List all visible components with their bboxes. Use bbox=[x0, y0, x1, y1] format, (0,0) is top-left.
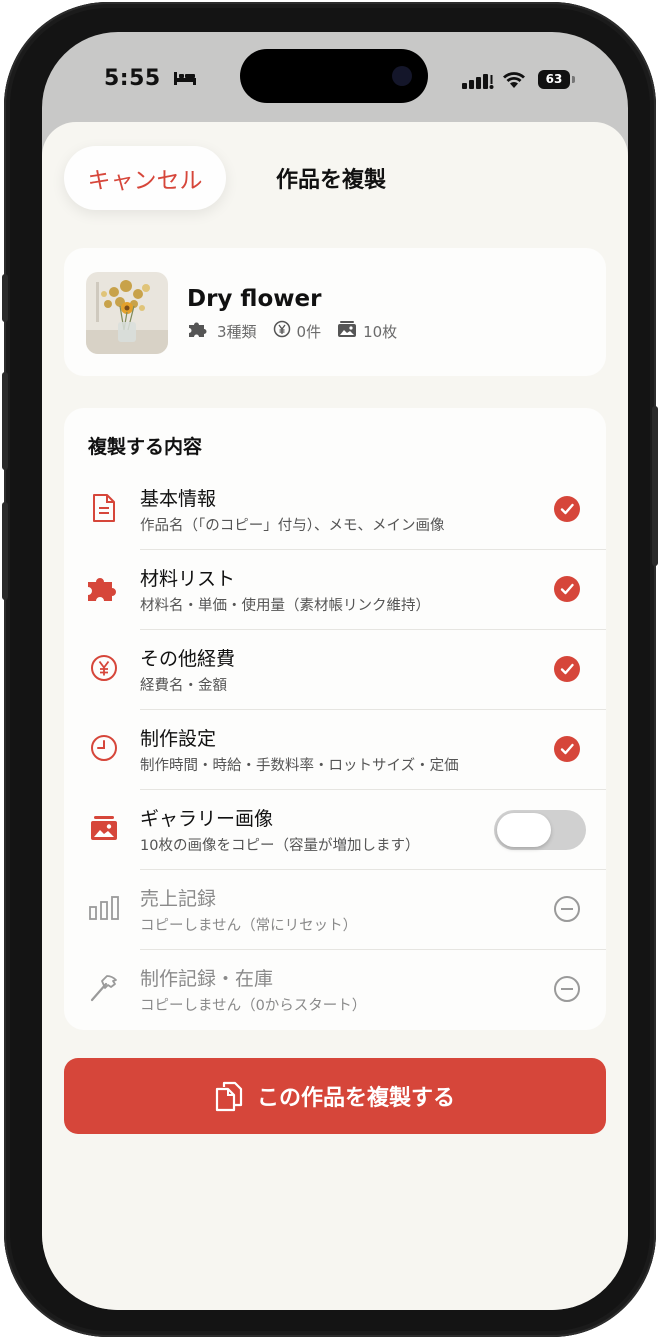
wifi-icon bbox=[503, 72, 525, 88]
hammer-icon bbox=[86, 970, 122, 1006]
image-icon bbox=[86, 810, 122, 846]
sleep-bed-icon bbox=[173, 72, 196, 85]
bar-chart-icon bbox=[86, 890, 122, 926]
status-bar: 5:55 63 bbox=[42, 32, 628, 122]
option-row-gallery-images[interactable]: ギャラリー画像 10枚の画像をコピー（容量が増加します） bbox=[64, 790, 606, 870]
battery-level: 63 bbox=[545, 72, 563, 86]
option-subtitle: コピーしません（0からスタート） bbox=[140, 998, 367, 1014]
duplicate-options-card: 複製する内容 基本情報 作品名（「のコピー」付与）、メモ、メイン画像 材料リスト bbox=[64, 408, 606, 1030]
checkmark-icon[interactable] bbox=[554, 656, 580, 682]
option-row-materials[interactable]: 材料リスト 材料名・単価・使用量（素材帳リンク維持） bbox=[64, 550, 606, 630]
option-row-basic-info[interactable]: 基本情報 作品名（「のコピー」付与）、メモ、メイン画像 bbox=[64, 470, 606, 550]
screen: 5:55 63 キャンセル 作品を複製 Dry flower 3種類 0件 10… bbox=[42, 32, 628, 1310]
cancel-button[interactable]: キャンセル bbox=[64, 146, 226, 210]
option-subtitle: 制作時間・時給・手数料率・ロットサイズ・定価 bbox=[140, 758, 459, 774]
document-icon bbox=[86, 490, 122, 526]
yen-icon bbox=[86, 650, 122, 686]
checkmark-icon[interactable] bbox=[554, 496, 580, 522]
option-title: その他経費 bbox=[140, 648, 236, 670]
option-title: 材料リスト bbox=[140, 568, 236, 590]
clock-icon bbox=[86, 730, 122, 766]
option-title: ギャラリー画像 bbox=[140, 808, 274, 830]
option-subtitle: 作品名（「のコピー」付与）、メモ、メイン画像 bbox=[140, 518, 445, 534]
product-card: Dry flower 3種類 0件 10枚 bbox=[64, 248, 606, 376]
camera-icon bbox=[392, 66, 412, 86]
duplicate-sheet: キャンセル 作品を複製 Dry flower 3種類 0件 10枚 複製する内容… bbox=[42, 122, 628, 1310]
excluded-icon bbox=[554, 976, 580, 1002]
volume-up-button bbox=[2, 372, 8, 470]
option-title: 制作記録・在庫 bbox=[140, 968, 274, 990]
option-row-production-records: 制作記録・在庫 コピーしません（0からスタート） bbox=[64, 950, 606, 1030]
option-subtitle: コピーしません（常にリセット） bbox=[140, 918, 358, 934]
sheet-title: 作品を複製 bbox=[276, 168, 387, 193]
cellular-signal-icon bbox=[462, 74, 494, 89]
section-title: 複製する内容 bbox=[88, 436, 203, 458]
checkmark-icon[interactable] bbox=[554, 576, 580, 602]
option-subtitle: 経費名・金額 bbox=[140, 678, 227, 694]
checkmark-icon[interactable] bbox=[554, 736, 580, 762]
power-button bbox=[652, 406, 658, 566]
dynamic-island bbox=[240, 49, 428, 103]
option-title: 売上記録 bbox=[140, 888, 217, 910]
product-meta: 3種類 0件 10枚 bbox=[187, 320, 397, 342]
puzzle-icon bbox=[86, 570, 122, 606]
material-count: 3種類 bbox=[217, 322, 257, 341]
duplicate-button[interactable]: この作品を複製する bbox=[64, 1058, 606, 1134]
option-title: 制作設定 bbox=[140, 728, 217, 750]
yen-icon bbox=[273, 320, 291, 342]
excluded-icon bbox=[554, 896, 580, 922]
battery-icon: 63 bbox=[538, 70, 570, 89]
image-count: 10枚 bbox=[363, 322, 398, 341]
battery-tip bbox=[572, 76, 575, 83]
copy-icon bbox=[215, 1080, 243, 1112]
status-time: 5:55 bbox=[104, 66, 197, 91]
duplicate-button-label: この作品を複製する bbox=[256, 1086, 455, 1111]
product-thumbnail bbox=[86, 272, 168, 354]
option-subtitle: 10枚の画像をコピー（容量が増加します） bbox=[140, 838, 420, 854]
expense-count: 0件 bbox=[296, 322, 322, 341]
option-row-other-expenses[interactable]: その他経費 経費名・金額 bbox=[64, 630, 606, 710]
image-icon bbox=[337, 320, 357, 342]
product-name: Dry flower bbox=[187, 286, 322, 312]
option-subtitle: 材料名・単価・使用量（素材帳リンク維持） bbox=[140, 598, 430, 614]
puzzle-icon bbox=[187, 320, 211, 342]
option-title: 基本情報 bbox=[140, 488, 217, 510]
option-row-sales-records: 売上記録 コピーしません（常にリセット） bbox=[64, 870, 606, 950]
gallery-images-toggle[interactable] bbox=[494, 810, 586, 850]
toggle-knob bbox=[497, 813, 551, 847]
volume-down-button bbox=[2, 502, 8, 600]
phone-frame: 5:55 63 キャンセル 作品を複製 Dry flower 3種類 0件 10… bbox=[2, 2, 658, 1337]
option-row-production-settings[interactable]: 制作設定 制作時間・時給・手数料率・ロットサイズ・定価 bbox=[64, 710, 606, 790]
side-button bbox=[2, 274, 8, 322]
